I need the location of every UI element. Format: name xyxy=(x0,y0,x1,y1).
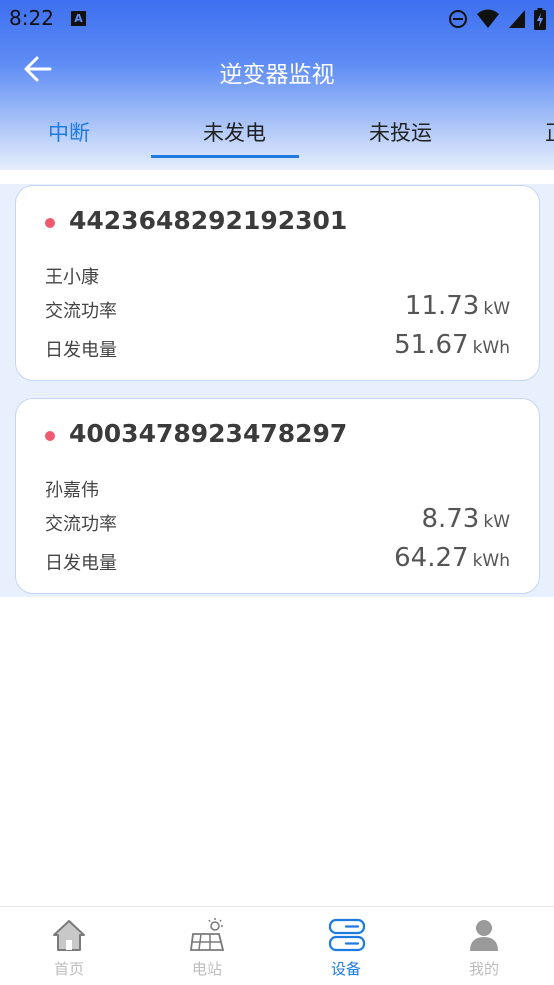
home-icon xyxy=(53,920,85,951)
daily-energy-value: 64.27 kWh xyxy=(394,543,510,573)
tab-not-generating[interactable]: 未发电 xyxy=(203,117,266,147)
daily-energy-value: 51.67 kWh xyxy=(394,330,510,360)
owner-name: 孙嘉伟 xyxy=(45,480,99,501)
ac-power-value: 8.73 kW xyxy=(421,504,510,534)
status-dot xyxy=(45,431,55,441)
ac-power-unit: kW xyxy=(483,512,510,532)
active-tab-indicator xyxy=(151,155,299,158)
nav-device-label: 设备 xyxy=(330,960,361,978)
tab-not-commissioned[interactable]: 未投运 xyxy=(369,117,432,147)
nav-station-label: 电站 xyxy=(191,960,222,978)
status-icons xyxy=(448,8,546,30)
page-title: 逆变器监视 xyxy=(219,62,335,88)
signal-icon xyxy=(509,10,525,28)
owner-name: 王小康 xyxy=(45,267,99,288)
nav-home[interactable]: 首页 xyxy=(9,907,129,985)
nav-mine[interactable]: 我的 xyxy=(424,907,544,985)
inverter-card[interactable]: 4003478923478297 孙嘉伟 交流功率 8.73 kW 日发电量 64… xyxy=(15,398,540,594)
app-header: 8:22 A 逆变器监视 中断 未发电 未投运 正 xyxy=(0,0,554,170)
battery-icon xyxy=(534,8,546,30)
daily-energy-number: 51.67 xyxy=(394,330,469,360)
inverter-card[interactable]: 4423648292192301 王小康 交流功率 11.73 kW 日发电量 5… xyxy=(15,185,540,381)
inverter-list: 4423648292192301 王小康 交流功率 11.73 kW 日发电量 5… xyxy=(0,184,554,597)
tab-interrupted[interactable]: 中断 xyxy=(48,117,90,147)
notification-a-icon: A xyxy=(71,11,86,26)
ac-power-label: 交流功率 xyxy=(45,301,117,322)
daily-energy-number: 64.27 xyxy=(394,543,469,573)
tab-bar: 中断 未发电 未投运 正 xyxy=(0,106,554,160)
daily-energy-label: 日发电量 xyxy=(45,553,117,574)
status-time: 8:22 xyxy=(9,6,54,30)
daily-energy-unit: kWh xyxy=(472,338,510,358)
bottom-nav: 首页 电站 设备 我的 xyxy=(0,906,554,985)
nav-station[interactable]: 电站 xyxy=(147,907,267,985)
daily-energy-label: 日发电量 xyxy=(45,340,117,361)
device-icon xyxy=(328,918,366,952)
status-bar: 8:22 A xyxy=(0,0,554,38)
nav-device[interactable]: 设备 xyxy=(286,907,406,985)
ac-power-value: 11.73 kW xyxy=(405,291,510,321)
ac-power-number: 8.73 xyxy=(421,504,480,534)
ac-power-unit: kW xyxy=(483,299,510,319)
daily-energy-unit: kWh xyxy=(472,551,510,571)
solar-panel-icon xyxy=(189,918,225,951)
status-dot xyxy=(45,218,55,228)
nav-home-label: 首页 xyxy=(53,960,84,978)
nav-mine-label: 我的 xyxy=(468,960,499,978)
wifi-icon xyxy=(477,9,499,28)
inverter-serial: 4003478923478297 xyxy=(69,419,348,448)
title-bar: 逆变器监视 xyxy=(0,38,554,102)
tab-normal[interactable]: 正 xyxy=(545,117,554,147)
ac-power-number: 11.73 xyxy=(404,291,480,321)
inverter-serial: 4423648292192301 xyxy=(69,206,348,235)
user-icon xyxy=(470,920,498,951)
ac-power-label: 交流功率 xyxy=(45,514,117,535)
do-not-disturb-icon xyxy=(449,10,467,28)
